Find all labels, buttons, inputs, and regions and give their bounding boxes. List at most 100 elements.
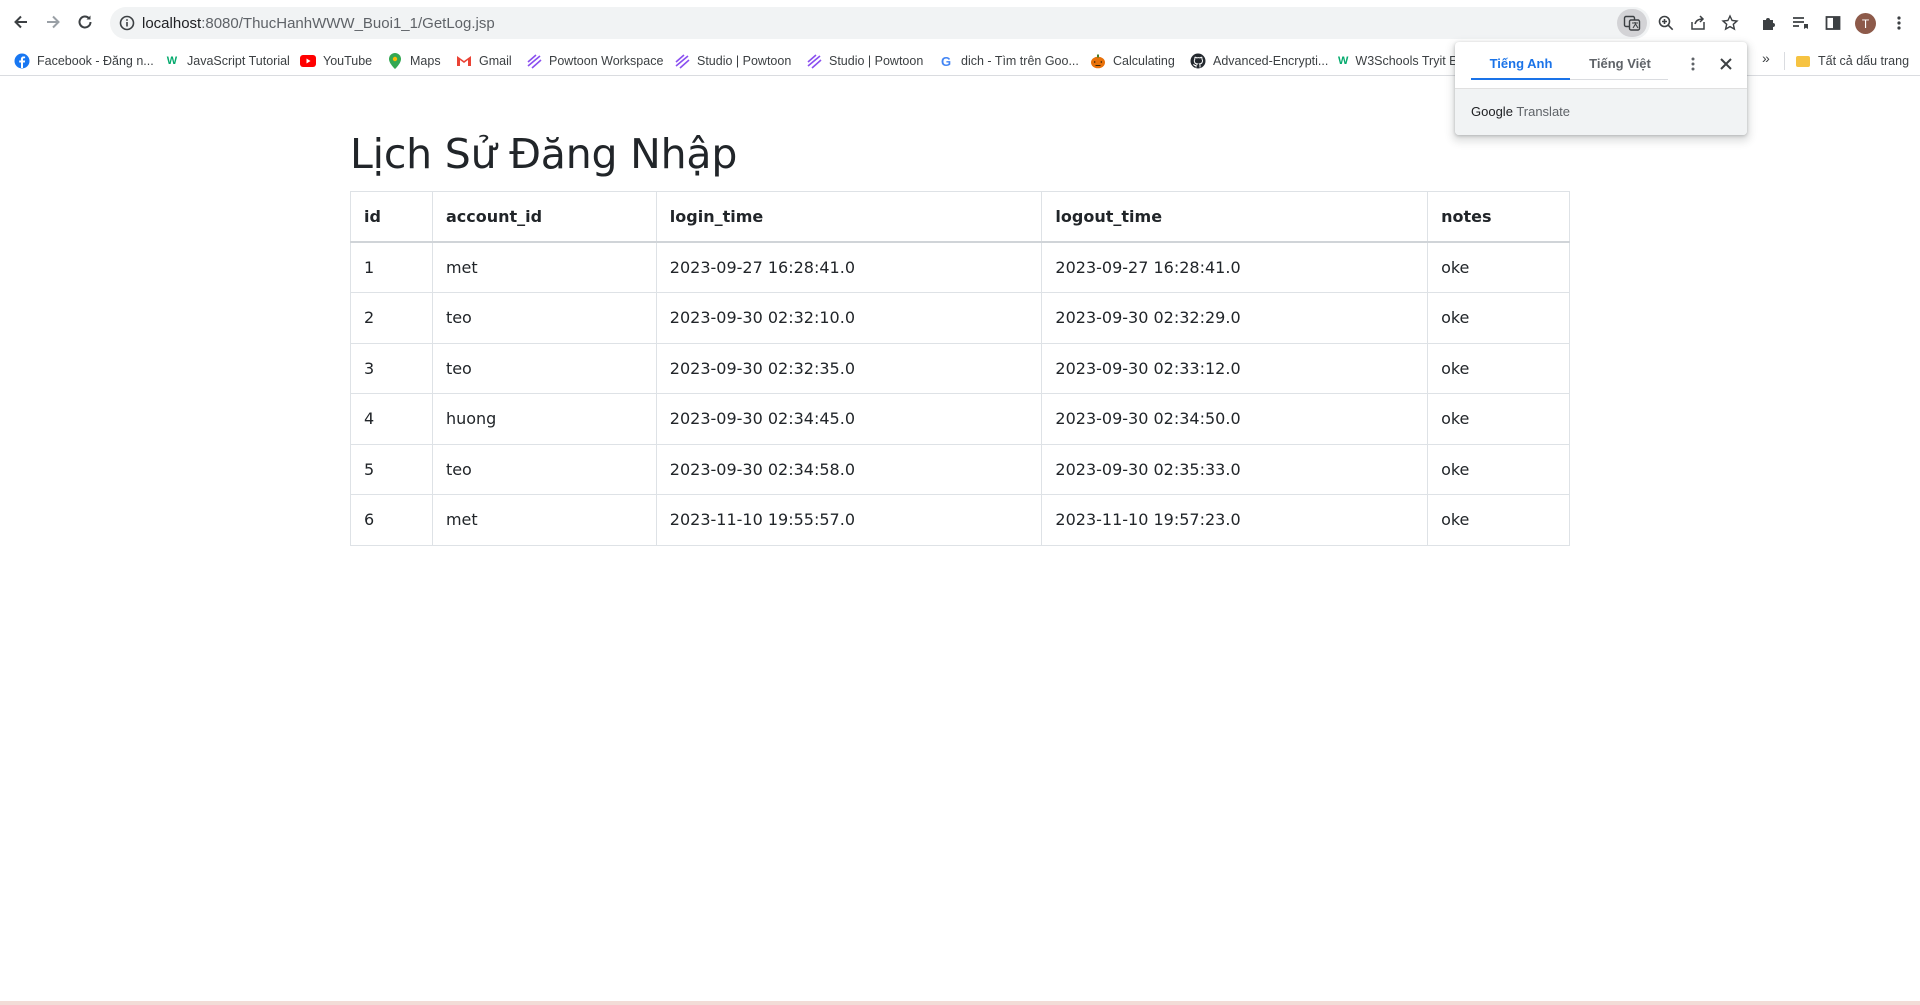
cell-notes: oke [1427, 494, 1570, 546]
cell-notes: oke [1427, 443, 1570, 495]
active-tab-indicator [1471, 78, 1570, 80]
browser-toolbar: localhost:8080/ThucHanhWWW_Buoi1_1/GetLo… [0, 0, 1920, 46]
site-info-icon[interactable] [118, 14, 136, 32]
column-header-account-id: account_id [431, 191, 657, 243]
url-path: :8080/ThucHanhWWW_Buoi1_1/GetLog.jsp [201, 15, 495, 32]
bookmark-item[interactable]: W JavaScript Tutorial [164, 50, 290, 72]
cell-account-id: met [431, 494, 657, 546]
cell-id: 1 [350, 241, 433, 293]
youtube-icon [300, 53, 316, 69]
w3schools-icon: W [1338, 55, 1349, 67]
bookmark-label: W3Schools Tryit E [1355, 54, 1456, 68]
bookmark-label: dich - Tìm trên Goo... [961, 54, 1079, 68]
bookmark-item[interactable]: Maps [387, 50, 441, 72]
gmail-icon [456, 53, 472, 69]
table-header-row: id account_id login_time logout_time not… [350, 191, 1570, 243]
table-row: 5 teo 2023-09-30 02:34:58.0 2023-09-30 0… [350, 443, 1570, 495]
bookmark-item[interactable]: G dich - Tìm trên Goo... [938, 50, 1079, 72]
pumpkin-icon [1090, 53, 1106, 69]
cell-account-id: teo [431, 443, 657, 495]
cell-account-id: huong [431, 393, 657, 445]
bookmark-item[interactable]: Advanced-Encrypti... [1190, 50, 1328, 72]
google-translate-brand: Google Translate [1471, 104, 1570, 119]
bookmark-item[interactable]: Calculating [1090, 50, 1175, 72]
cell-id: 3 [350, 342, 433, 394]
kebab-menu-icon[interactable] [1888, 12, 1910, 34]
bookmark-label: YouTube [323, 54, 373, 68]
powtoon-icon [674, 53, 690, 69]
url-text[interactable]: localhost:8080/ThucHanhWWW_Buoi1_1/GetLo… [142, 15, 495, 32]
address-bar[interactable]: localhost:8080/ThucHanhWWW_Buoi1_1/GetLo… [110, 7, 1739, 39]
brand-google: Google [1471, 104, 1513, 119]
bookmark-item[interactable]: YouTube [300, 50, 372, 72]
cell-account-id: met [431, 241, 657, 293]
more-bookmarks-chevron-icon[interactable]: » [1762, 50, 1770, 66]
cell-account-id: teo [431, 342, 657, 394]
cell-notes: oke [1427, 342, 1570, 394]
login-history-table: id account_id login_time logout_time not… [350, 191, 1570, 546]
table-row: 4 huong 2023-09-30 02:34:45.0 2023-09-30… [350, 393, 1570, 445]
bookmark-item[interactable]: Gmail [456, 50, 512, 72]
folder-icon [1796, 55, 1810, 67]
side-panel-icon[interactable] [1822, 12, 1844, 34]
tab-source-language[interactable]: Tiếng Anh [1471, 56, 1571, 71]
reload-icon[interactable] [74, 11, 96, 33]
all-bookmarks-folder[interactable]: Tất cả dấu trang [1796, 50, 1909, 72]
cell-login-time: 2023-09-30 02:32:35.0 [655, 342, 1043, 394]
column-header-id: id [350, 191, 433, 243]
tab-target-language[interactable]: Tiếng Việt [1570, 56, 1670, 71]
bookmark-label: Studio | Powtoon [697, 54, 792, 68]
brand-translate: Translate [1516, 104, 1571, 119]
column-header-login-time: login_time [655, 191, 1043, 243]
bookmark-item[interactable]: Facebook - Đăng n... [14, 50, 154, 72]
cell-account-id: teo [431, 292, 657, 344]
google-icon: G [940, 53, 952, 69]
bookmark-label: Studio | Powtoon [829, 54, 924, 68]
bookmark-item[interactable]: Powtoon Workspace [526, 50, 663, 72]
translate-footer: Google Translate [1455, 88, 1747, 135]
powtoon-icon [526, 53, 542, 69]
extensions-puzzle-icon[interactable] [1758, 12, 1780, 34]
forward-arrow-icon[interactable] [42, 11, 64, 33]
close-icon[interactable] [1716, 54, 1736, 74]
translate-icon[interactable] [1617, 9, 1647, 37]
bookmark-label: Powtoon Workspace [549, 54, 664, 68]
translate-popup: Tiếng Anh Tiếng Việt Google Translate [1455, 42, 1747, 135]
bookmark-label: JavaScript Tutorial [187, 54, 290, 68]
cell-login-time: 2023-09-27 16:28:41.0 [655, 241, 1043, 293]
reading-list-icon[interactable] [1789, 12, 1811, 34]
back-arrow-icon[interactable] [10, 11, 32, 33]
table-row: 2 teo 2023-09-30 02:32:10.0 2023-09-30 0… [350, 292, 1570, 344]
zoom-icon[interactable] [1654, 11, 1678, 35]
cell-id: 5 [350, 443, 433, 495]
all-bookmarks-label: Tất cả dấu trang [1818, 54, 1910, 68]
cell-logout-time: 2023-11-10 19:57:23.0 [1041, 494, 1429, 546]
page-title: Lịch Sử Đăng Nhập [350, 130, 738, 178]
bookmark-label: Advanced-Encrypti... [1213, 54, 1329, 68]
cell-notes: oke [1427, 292, 1570, 344]
cell-logout-time: 2023-09-30 02:35:33.0 [1041, 443, 1429, 495]
bookmark-label: Gmail [479, 54, 512, 68]
bookmark-item[interactable]: Studio | Powtoon [806, 50, 923, 72]
maps-icon [387, 53, 403, 69]
cell-id: 6 [350, 494, 433, 546]
facebook-icon [14, 53, 30, 69]
table-row: 1 met 2023-09-27 16:28:41.0 2023-09-27 1… [350, 241, 1570, 293]
bookmark-item[interactable]: Studio | Powtoon [674, 50, 791, 72]
cell-notes: oke [1427, 393, 1570, 445]
column-header-logout-time: logout_time [1041, 191, 1429, 243]
cell-id: 4 [350, 393, 433, 445]
w3schools-icon: W [166, 55, 178, 67]
table-row: 3 teo 2023-09-30 02:32:35.0 2023-09-30 0… [350, 342, 1570, 394]
cell-login-time: 2023-09-30 02:34:45.0 [655, 393, 1043, 445]
cell-logout-time: 2023-09-30 02:33:12.0 [1041, 342, 1429, 394]
cell-logout-time: 2023-09-30 02:32:29.0 [1041, 292, 1429, 344]
cell-notes: oke [1427, 241, 1570, 293]
bottom-border-strip [0, 1001, 1920, 1005]
bookmark-label: Maps [410, 54, 441, 68]
bookmark-star-icon[interactable] [1718, 11, 1742, 35]
translate-options-kebab-icon[interactable] [1683, 54, 1703, 74]
bookmark-item[interactable]: W W3Schools Tryit E [1338, 50, 1456, 72]
profile-avatar[interactable]: T [1855, 13, 1876, 34]
share-icon[interactable] [1686, 11, 1710, 35]
